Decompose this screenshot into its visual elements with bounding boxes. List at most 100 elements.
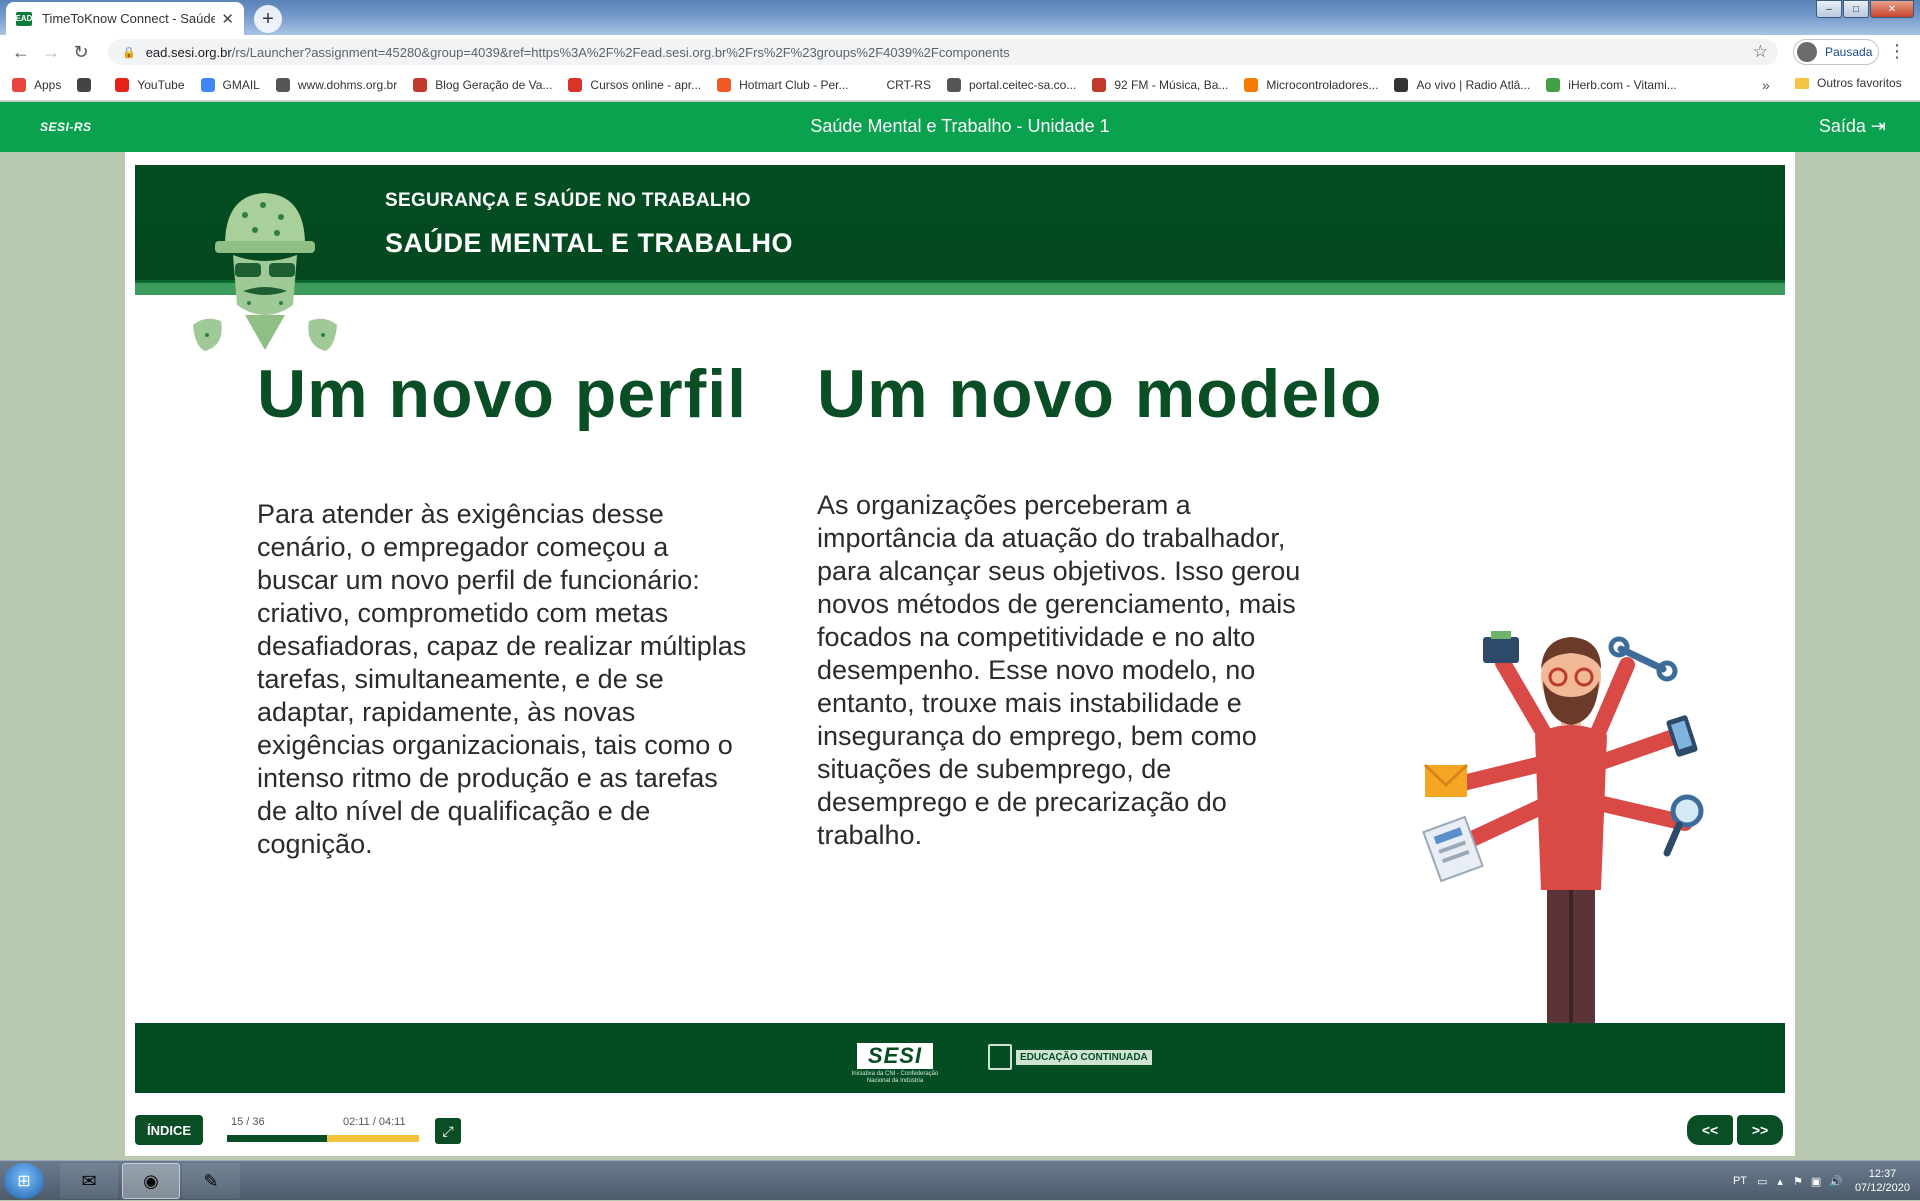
index-button[interactable]: ÍNDICE bbox=[135, 1115, 203, 1145]
bookmark-favicon-icon bbox=[12, 77, 26, 92]
forward-icon[interactable]: → bbox=[36, 42, 66, 63]
progress-bar[interactable] bbox=[227, 1135, 419, 1142]
bookmark-label: Ao vivo | Radio Atlâ... bbox=[1416, 77, 1531, 92]
exit-button[interactable]: Saída ⇥ bbox=[1819, 116, 1886, 137]
chrome-taskbar-icon[interactable]: ◉ bbox=[122, 1163, 180, 1199]
clock-date: 07/12/2020 bbox=[1854, 1182, 1910, 1194]
bookmark-item[interactable]: Hotmart Club - Per... bbox=[717, 77, 849, 92]
tab-close-icon[interactable]: ✕ bbox=[221, 10, 234, 28]
bookmark-item[interactable]: 92 FM - Música, Ba... bbox=[1092, 77, 1228, 92]
previous-button[interactable]: << bbox=[1687, 1115, 1733, 1145]
bookmark-item[interactable] bbox=[77, 77, 99, 92]
bookmark-item[interactable]: Apps bbox=[12, 77, 62, 92]
window-close-button[interactable]: ✕ bbox=[1870, 0, 1914, 18]
banner-title: SAÚDE MENTAL E TRABALHO bbox=[385, 228, 793, 258]
other-bookmarks-folder[interactable]: Outros favoritos bbox=[1795, 76, 1902, 90]
bookmark-item[interactable]: YouTube bbox=[115, 77, 185, 92]
bookmark-favicon-icon bbox=[115, 77, 130, 92]
folder-icon bbox=[1795, 77, 1809, 89]
maximize-button[interactable]: □ bbox=[1843, 0, 1869, 18]
url-path: /rs/Launcher?assignment=45280&group=4039… bbox=[231, 44, 1010, 60]
slide-banner: SEGURANÇA E SAÚDE NO TRABALHO SAÚDE MENT… bbox=[135, 165, 1785, 280]
sesi-logo-subtitle: Iniciativa da CNI - Confederação Naciona… bbox=[851, 1071, 939, 1084]
bookmark-favicon-icon bbox=[946, 77, 961, 92]
lock-icon[interactable]: 🔒 bbox=[122, 46, 136, 59]
volume-icon[interactable]: 🔊 bbox=[1829, 1175, 1843, 1188]
start-button[interactable]: ⊞ bbox=[4, 1163, 44, 1199]
bookmark-label: GMAIL bbox=[222, 77, 260, 92]
other-bookmarks-label: Outros favoritos bbox=[1817, 76, 1902, 90]
bookmark-favicon-icon bbox=[275, 77, 290, 92]
banner-strip bbox=[135, 283, 1785, 295]
tab-title: TimeToKnow Connect - Saúde M bbox=[42, 11, 216, 26]
profile-button[interactable]: Pausada bbox=[1793, 39, 1879, 65]
action-center-flag-icon[interactable]: ⚑ bbox=[1793, 1175, 1803, 1188]
bookmark-favicon-icon bbox=[568, 77, 583, 92]
language-indicator[interactable]: PT bbox=[1733, 1175, 1747, 1187]
system-tray: PT ▭ ▴ ⚑ ▣ 🔊 12:37 07/12/2020 bbox=[1733, 1161, 1910, 1201]
paragraph-novo-perfil: Para atender às exigências desse cenário… bbox=[257, 499, 747, 859]
bookmark-favicon-icon bbox=[1546, 77, 1561, 92]
bookmark-label: Blog Geração de Va... bbox=[435, 77, 553, 92]
bookmark-label: Hotmart Club - Per... bbox=[739, 77, 849, 92]
bookmark-item[interactable]: CRT-RS bbox=[864, 77, 931, 92]
player-controls: ÍNDICE 15 / 36 02:11 / 04:11 ⤢ << >> bbox=[125, 1110, 1795, 1156]
reload-icon[interactable]: ↻ bbox=[66, 42, 96, 63]
bookmarks-more-icon[interactable]: » bbox=[1762, 77, 1770, 93]
bookmark-item[interactable]: www.dohms.org.br bbox=[275, 77, 397, 92]
bookmark-favicon-icon bbox=[717, 77, 732, 92]
bookmark-item[interactable]: iHerb.com - Vitami... bbox=[1546, 77, 1677, 92]
bookmark-item[interactable]: Blog Geração de Va... bbox=[413, 77, 553, 92]
bookmark-item[interactable]: Ao vivo | Radio Atlâ... bbox=[1394, 77, 1531, 92]
fullscreen-icon[interactable]: ⤢ bbox=[435, 1118, 461, 1144]
bookmarks-bar: Apps YouTube GMAIL www.dohms.org.br Blog Ger… bbox=[0, 69, 1920, 101]
bookmark-favicon-icon bbox=[200, 77, 215, 92]
back-icon[interactable]: ← bbox=[6, 42, 36, 63]
clock-time: 12:37 bbox=[1868, 1168, 1897, 1180]
worker-mascot-icon bbox=[193, 193, 337, 351]
clock[interactable]: 12:37 07/12/2020 bbox=[1855, 1167, 1910, 1195]
bookmark-item[interactable]: portal.ceitec-sa.co... bbox=[946, 77, 1077, 92]
paint-taskbar-icon[interactable]: ✎ bbox=[182, 1163, 240, 1199]
browser-tab-strip: EAD TimeToKnow Connect - Saúde M ✕ + – □… bbox=[0, 0, 1920, 35]
browser-tab[interactable]: EAD TimeToKnow Connect - Saúde M ✕ bbox=[6, 2, 244, 35]
multitasking-worker-illustration-icon bbox=[1422, 631, 1704, 1025]
url-host: ead.sesi.org.br bbox=[145, 44, 232, 60]
course-title: Saúde Mental e Trabalho - Unidade 1 bbox=[810, 116, 1110, 136]
exit-icon: ⇥ bbox=[1870, 116, 1886, 136]
slide-footer: SESI Iniciativa da CNI - Confederação Na… bbox=[135, 1023, 1785, 1093]
bookmark-favicon-icon bbox=[864, 77, 879, 92]
new-tab-button[interactable]: + bbox=[254, 5, 282, 33]
browser-menu-icon[interactable]: ⋮ bbox=[1888, 41, 1906, 62]
bookmark-favicon-icon bbox=[413, 77, 428, 92]
bookmark-star-icon[interactable]: ☆ bbox=[1753, 42, 1768, 62]
bookmark-label: iHerb.com - Vitami... bbox=[1568, 77, 1677, 92]
minimize-button[interactable]: – bbox=[1816, 0, 1842, 18]
bookmark-label: YouTube bbox=[137, 77, 185, 92]
bookmark-label: Apps bbox=[34, 77, 62, 92]
progress-fill bbox=[227, 1135, 327, 1142]
bookmark-favicon-icon bbox=[1244, 77, 1259, 92]
time-counter: 02:11 / 04:11 bbox=[343, 1116, 406, 1128]
address-bar[interactable]: 🔒 ead.sesi.org.br/rs/Launcher?assignment… bbox=[108, 39, 1778, 65]
keyboard-icon[interactable]: ▭ bbox=[1757, 1175, 1767, 1188]
next-button[interactable]: >> bbox=[1737, 1115, 1783, 1145]
window-controls: – □ ✕ bbox=[1815, 0, 1914, 18]
educacao-continuada-label: EDUCAÇÃO CONTINUADA bbox=[1016, 1049, 1152, 1065]
network-icon[interactable]: ▣ bbox=[1811, 1175, 1821, 1188]
heading-novo-perfil: Um novo perfil bbox=[257, 356, 748, 432]
taskbar: ⊞ ✉ ◉ ✎ PT ▭ ▴ ⚑ ▣ 🔊 12:37 07/12/2020 bbox=[0, 1160, 1920, 1200]
bookmark-label: portal.ceitec-sa.co... bbox=[968, 77, 1077, 92]
outlook-taskbar-icon[interactable]: ✉ bbox=[60, 1163, 118, 1199]
bookmark-favicon-icon bbox=[77, 77, 92, 92]
bookmark-favicon-icon bbox=[1092, 77, 1107, 92]
bookmark-item[interactable]: GMAIL bbox=[200, 77, 260, 92]
bookmark-item[interactable]: Cursos online - apr... bbox=[568, 77, 702, 92]
page-counter: 15 / 36 bbox=[231, 1116, 265, 1128]
bookmark-item[interactable]: Microcontroladores... bbox=[1244, 77, 1378, 92]
tray-expand-icon[interactable]: ▴ bbox=[1777, 1175, 1783, 1188]
banner-subtitle: SEGURANÇA E SAÚDE NO TRABALHO bbox=[385, 190, 751, 211]
bookmark-label: Cursos online - apr... bbox=[590, 77, 702, 92]
heading-novo-modelo: Um novo modelo bbox=[817, 356, 1383, 432]
sesi-logo: SESI bbox=[857, 1043, 933, 1069]
